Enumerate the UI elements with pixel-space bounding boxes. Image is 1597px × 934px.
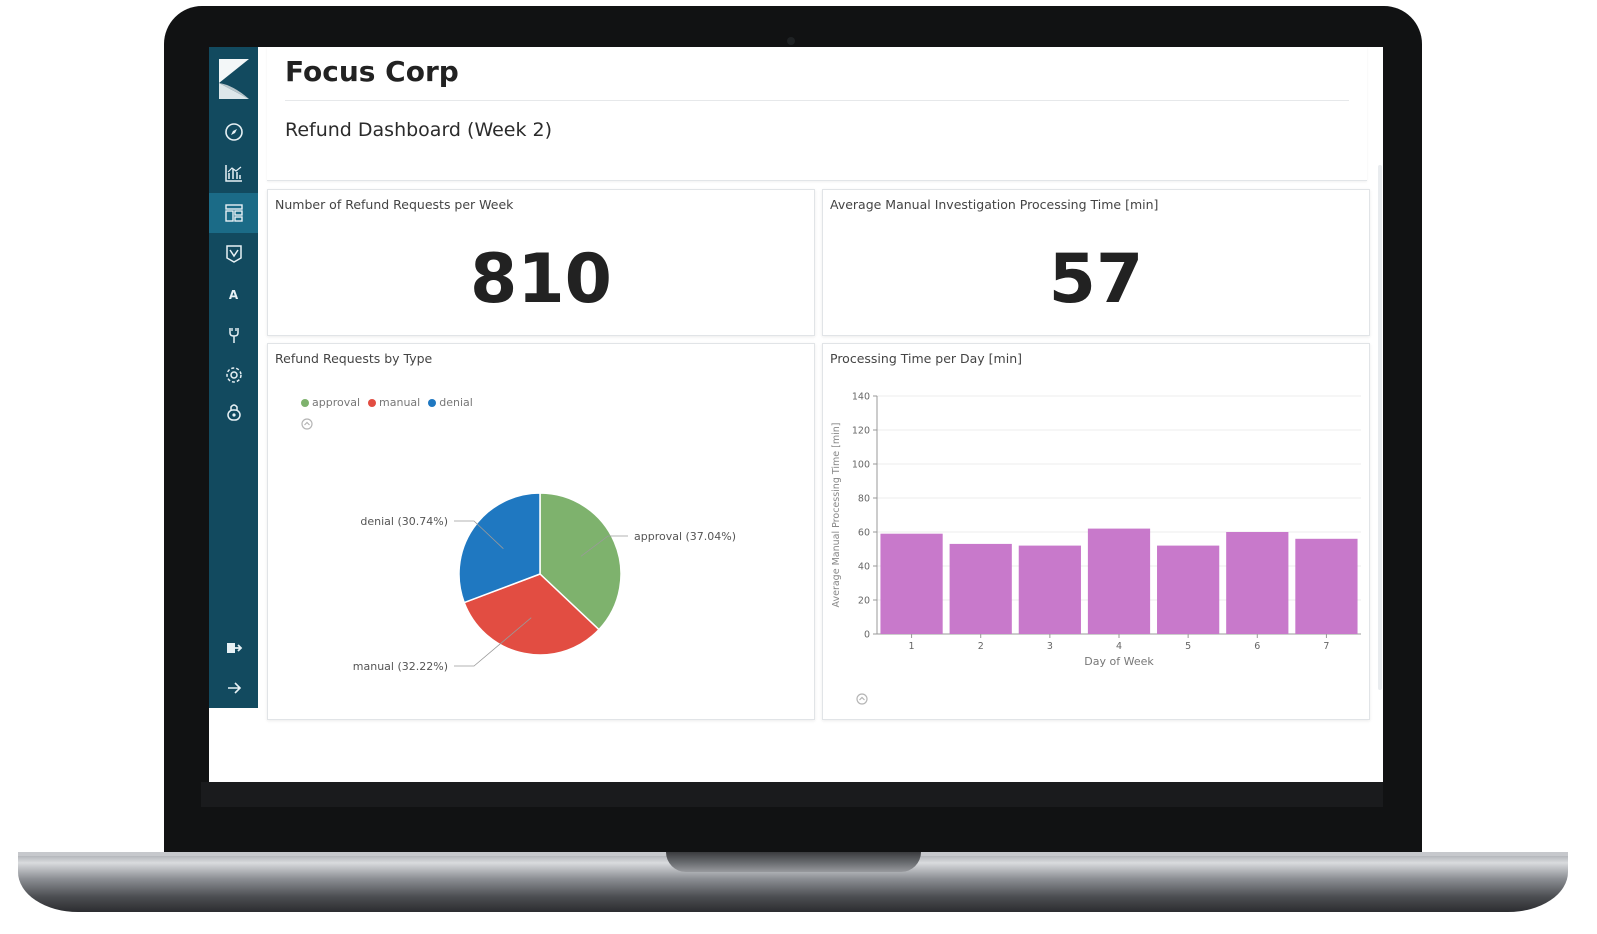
gear-icon xyxy=(225,367,242,383)
pie-slice-label: approval (37.04%) xyxy=(634,530,736,543)
app-screen: A Focus Corp Refund Dashboard (Week 2) N… xyxy=(209,47,1383,782)
refund-type-pie-panel: Refund Requests by Type approval manual … xyxy=(267,343,815,720)
bar-chart: 0 20 40 60 80 100 120 140 1 2 3 4 5 6 7 Day of Week Aver… xyxy=(831,392,1361,668)
logout-icon xyxy=(226,643,242,653)
pie-slice-label: manual (32.22%) xyxy=(353,660,448,673)
apm-icon: A xyxy=(228,288,239,302)
pie-chart: approval (37.04%) manual (32.22%) denial (… xyxy=(353,492,736,673)
sidebar-item-dashboard[interactable] xyxy=(209,193,258,233)
bar-day-7[interactable] xyxy=(1295,538,1358,634)
x-tick-label: 2 xyxy=(978,641,984,652)
laptop-hinge-notch xyxy=(666,852,921,872)
avg-processing-time-panel: Average Manual Investigation Processing … xyxy=(822,189,1370,336)
x-tick-label: 6 xyxy=(1254,641,1260,652)
header-divider xyxy=(285,100,1349,101)
page-title: Focus Corp xyxy=(285,55,459,88)
sidebar-item-timelion[interactable] xyxy=(209,234,258,274)
x-tick-label: 1 xyxy=(909,641,915,652)
sidebar-item-apm[interactable]: A xyxy=(209,275,258,315)
panel-title: Average Manual Investigation Processing … xyxy=(830,197,1159,212)
sidebar: A xyxy=(209,47,258,708)
bar-day-5[interactable] xyxy=(1157,545,1220,634)
page-scrollbar[interactable] xyxy=(1378,165,1382,690)
dev-tools-icon xyxy=(228,328,239,343)
x-axis-title: Day of Week xyxy=(1084,655,1154,668)
pie-slice-label: denial (30.74%) xyxy=(360,515,448,528)
kibana-logo[interactable] xyxy=(219,59,249,99)
sidebar-item-management[interactable] xyxy=(209,355,258,395)
y-tick-label: 80 xyxy=(858,494,870,505)
y-axis-title: Average Manual Processing Time [min] xyxy=(831,423,842,608)
timelion-icon xyxy=(225,245,242,263)
webcam xyxy=(787,37,795,45)
panel-title: Number of Refund Requests per Week xyxy=(275,197,514,212)
bar-day-4[interactable] xyxy=(1087,528,1151,634)
y-tick-label: 100 xyxy=(852,460,870,471)
y-tick-label: 140 xyxy=(852,392,870,403)
y-tick-label: 120 xyxy=(852,426,870,437)
x-tick-label: 7 xyxy=(1323,641,1329,652)
sidebar-item-logout[interactable] xyxy=(209,628,258,668)
sidebar-item-security[interactable] xyxy=(209,392,258,432)
metric-value: 810 xyxy=(470,240,612,319)
x-tick-label: 5 xyxy=(1185,641,1191,652)
dashboard-title: Refund Dashboard (Week 2) xyxy=(285,119,553,141)
y-tick-label: 60 xyxy=(858,528,870,539)
metric-value: 57 xyxy=(1048,240,1144,319)
visualize-icon xyxy=(224,165,242,182)
processing-time-bar-panel: Processing Time per Day [min] 0 20 40 60 80 1… xyxy=(822,343,1370,720)
compass-icon xyxy=(224,123,243,141)
y-tick-label: 0 xyxy=(864,630,870,641)
sidebar-item-discover[interactable] xyxy=(209,112,258,152)
lock-icon xyxy=(226,404,241,421)
bar-day-1[interactable] xyxy=(880,533,943,634)
x-tick-label: 3 xyxy=(1047,641,1053,652)
dashboard-icon xyxy=(224,204,243,222)
expand-arrow-icon xyxy=(227,682,241,694)
sidebar-item-visualize[interactable] xyxy=(209,153,258,193)
refund-count-panel: Number of Refund Requests per Week 810 xyxy=(267,189,815,336)
sidebar-item-expand[interactable] xyxy=(209,668,258,708)
sidebar-item-dev-tools[interactable] xyxy=(209,315,258,355)
y-tick-label: 20 xyxy=(858,596,870,607)
dashboard-header: Focus Corp Refund Dashboard (Week 2) xyxy=(267,47,1367,181)
legend-toggle-icon[interactable] xyxy=(856,693,868,705)
bar-day-6[interactable] xyxy=(1226,532,1289,634)
screen-bottom-bar xyxy=(201,782,1383,807)
bar-day-3[interactable] xyxy=(1018,545,1081,634)
bar-day-2[interactable] xyxy=(949,543,1012,634)
y-tick-label: 40 xyxy=(858,562,870,573)
x-tick-label: 4 xyxy=(1116,641,1122,652)
